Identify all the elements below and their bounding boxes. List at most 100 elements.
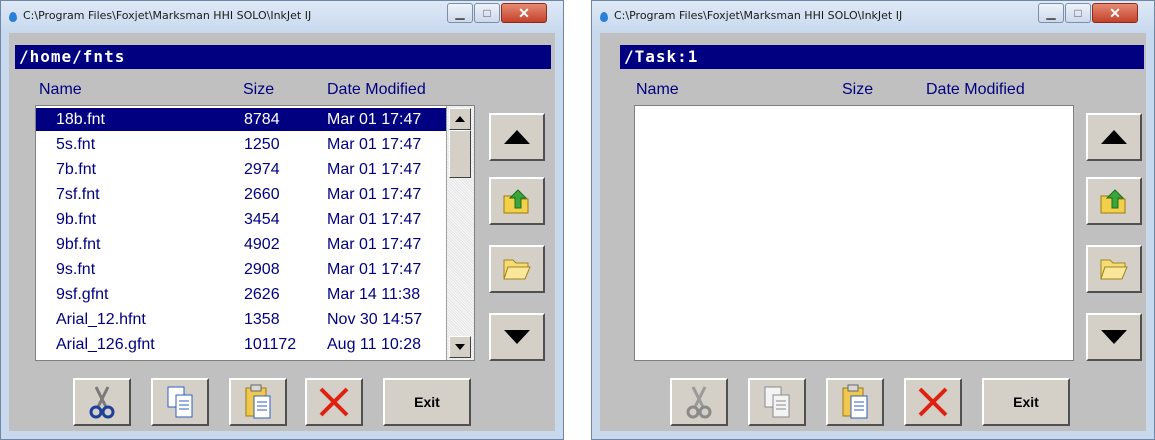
parent-folder-button[interactable] bbox=[1086, 177, 1142, 225]
column-header-name: Name bbox=[636, 81, 679, 98]
file-list[interactable]: 18b.fnt 8784 Mar 01 17:47 5s.fnt 1250 Ma… bbox=[35, 105, 475, 361]
column-header-name: Name bbox=[39, 81, 82, 98]
file-list[interactable] bbox=[634, 105, 1074, 361]
minimize-button[interactable]: ▁ bbox=[1038, 3, 1064, 23]
exit-button[interactable]: Exit bbox=[982, 378, 1070, 426]
column-header-date: Date Modified bbox=[926, 81, 1025, 98]
delete-icon bbox=[319, 387, 349, 417]
delete-icon bbox=[918, 387, 948, 417]
table-row[interactable]: 9s.fnt 2908 Mar 01 17:47 bbox=[36, 258, 446, 281]
table-row[interactable]: 9b.fnt 3454 Mar 01 17:47 bbox=[36, 208, 446, 231]
file-date: Mar 01 17:47 bbox=[327, 186, 422, 203]
file-size: 2626 bbox=[244, 286, 280, 303]
scroll-down-button[interactable] bbox=[449, 336, 471, 358]
parent-folder-button[interactable] bbox=[489, 177, 545, 225]
arrow-down-icon bbox=[1101, 330, 1127, 344]
exit-button[interactable]: Exit bbox=[383, 378, 471, 426]
triangle-up-icon bbox=[455, 116, 465, 122]
file-size: 2974 bbox=[244, 161, 280, 178]
scroll-down-page-button[interactable] bbox=[489, 313, 545, 361]
file-date: Mar 01 17:47 bbox=[327, 236, 422, 253]
file-date: Nov 30 14:57 bbox=[327, 311, 423, 328]
delete-button[interactable] bbox=[904, 378, 962, 426]
file-date: Mar 01 17:47 bbox=[327, 111, 422, 128]
file-size: 8784 bbox=[244, 111, 280, 128]
file-name: 9bf.fnt bbox=[56, 236, 101, 253]
open-folder-button[interactable] bbox=[1086, 245, 1142, 293]
minimize-button[interactable]: ▁ bbox=[447, 3, 473, 23]
arrow-down-icon bbox=[504, 330, 530, 344]
scroll-down-page-button[interactable] bbox=[1086, 313, 1142, 361]
table-row[interactable]: Arial_126.gfnt 101172 Aug 11 10:28 bbox=[36, 333, 446, 356]
scroll-up-page-button[interactable] bbox=[1086, 113, 1142, 161]
cut-icon bbox=[89, 386, 115, 419]
open-folder-button[interactable] bbox=[489, 245, 545, 293]
scroll-up-page-button[interactable] bbox=[489, 113, 545, 161]
close-button[interactable]: ✕ bbox=[1092, 3, 1138, 23]
left-window: C:\Program Files\Foxjet\Marksman HHI SOL… bbox=[0, 0, 564, 440]
copy-button[interactable] bbox=[151, 378, 209, 426]
maximize-button[interactable]: □ bbox=[474, 3, 500, 23]
copy-icon bbox=[167, 386, 193, 418]
path-bar: /home/fnts bbox=[15, 45, 551, 69]
file-size: 2660 bbox=[244, 186, 280, 203]
table-row[interactable]: 18b.fnt 8784 Mar 01 17:47 bbox=[36, 108, 446, 131]
folder-up-icon bbox=[503, 189, 529, 214]
file-name: Arial_12.hfnt bbox=[56, 311, 146, 328]
paste-button[interactable] bbox=[826, 378, 884, 426]
file-size: 2908 bbox=[244, 261, 280, 278]
table-row[interactable]: 7b.fnt 2974 Mar 01 17:47 bbox=[36, 158, 446, 181]
folder-open-icon bbox=[503, 259, 531, 280]
file-date: Mar 01 17:47 bbox=[327, 161, 422, 178]
title-bar: C:\Program Files\Foxjet\Marksman HHI SOL… bbox=[1, 1, 563, 33]
vertical-scrollbar[interactable] bbox=[446, 106, 474, 360]
paste-icon bbox=[842, 384, 868, 419]
column-header-size: Size bbox=[243, 81, 275, 98]
folder-up-icon bbox=[1100, 189, 1126, 214]
file-size: 1250 bbox=[244, 136, 280, 153]
window-title: C:\Program Files\Foxjet\Marksman HHI SOL… bbox=[614, 9, 903, 22]
table-row[interactable]: 5s.fnt 1250 Mar 01 17:47 bbox=[36, 133, 446, 156]
file-size: 4902 bbox=[244, 236, 280, 253]
copy-button[interactable] bbox=[748, 378, 806, 426]
file-date: Mar 01 17:47 bbox=[327, 261, 422, 278]
column-header-date: Date Modified bbox=[327, 81, 426, 98]
exit-label: Exit bbox=[1013, 394, 1039, 410]
copy-icon bbox=[764, 386, 790, 418]
table-row[interactable]: 9bf.fnt 4902 Mar 01 17:47 bbox=[36, 233, 446, 256]
file-size: 1358 bbox=[244, 311, 280, 328]
cut-icon bbox=[686, 386, 712, 419]
scroll-up-button[interactable] bbox=[449, 108, 471, 130]
file-size: 3454 bbox=[244, 211, 280, 228]
title-bar: C:\Program Files\Foxjet\Marksman HHI SOL… bbox=[592, 1, 1154, 33]
right-window: C:\Program Files\Foxjet\Marksman HHI SOL… bbox=[591, 0, 1155, 440]
cut-button[interactable] bbox=[670, 378, 728, 426]
scroll-thumb[interactable] bbox=[449, 130, 471, 178]
file-date: Mar 01 17:47 bbox=[327, 211, 422, 228]
file-date: Mar 14 11:38 bbox=[327, 286, 421, 303]
file-name: 9b.fnt bbox=[56, 211, 97, 228]
file-size: 101172 bbox=[244, 336, 297, 353]
file-name: Arial_126.gfnt bbox=[56, 336, 155, 353]
maximize-button[interactable]: □ bbox=[1065, 3, 1091, 23]
file-name: 5s.fnt bbox=[56, 136, 96, 153]
file-name: 9sf.gfnt bbox=[56, 286, 109, 303]
paste-button[interactable] bbox=[229, 378, 287, 426]
folder-open-icon bbox=[1100, 259, 1128, 280]
arrow-up-icon bbox=[1101, 130, 1127, 144]
close-button[interactable]: ✕ bbox=[501, 3, 547, 23]
app-icon bbox=[600, 12, 608, 22]
app-icon bbox=[9, 12, 17, 22]
table-row[interactable]: 9sf.gfnt 2626 Mar 14 11:38 bbox=[36, 283, 446, 306]
arrow-up-icon bbox=[504, 130, 530, 144]
table-row[interactable]: Arial_12.hfnt 1358 Nov 30 14:57 bbox=[36, 308, 446, 331]
window-title: C:\Program Files\Foxjet\Marksman HHI SOL… bbox=[23, 9, 312, 22]
paste-icon bbox=[245, 384, 271, 419]
file-name: 9s.fnt bbox=[56, 261, 96, 278]
table-row[interactable]: 7sf.fnt 2660 Mar 01 17:47 bbox=[36, 183, 446, 206]
file-name: 7sf.fnt bbox=[56, 186, 100, 203]
delete-button[interactable] bbox=[305, 378, 363, 426]
exit-label: Exit bbox=[414, 394, 440, 410]
cut-button[interactable] bbox=[73, 378, 131, 426]
triangle-down-icon bbox=[455, 344, 465, 350]
